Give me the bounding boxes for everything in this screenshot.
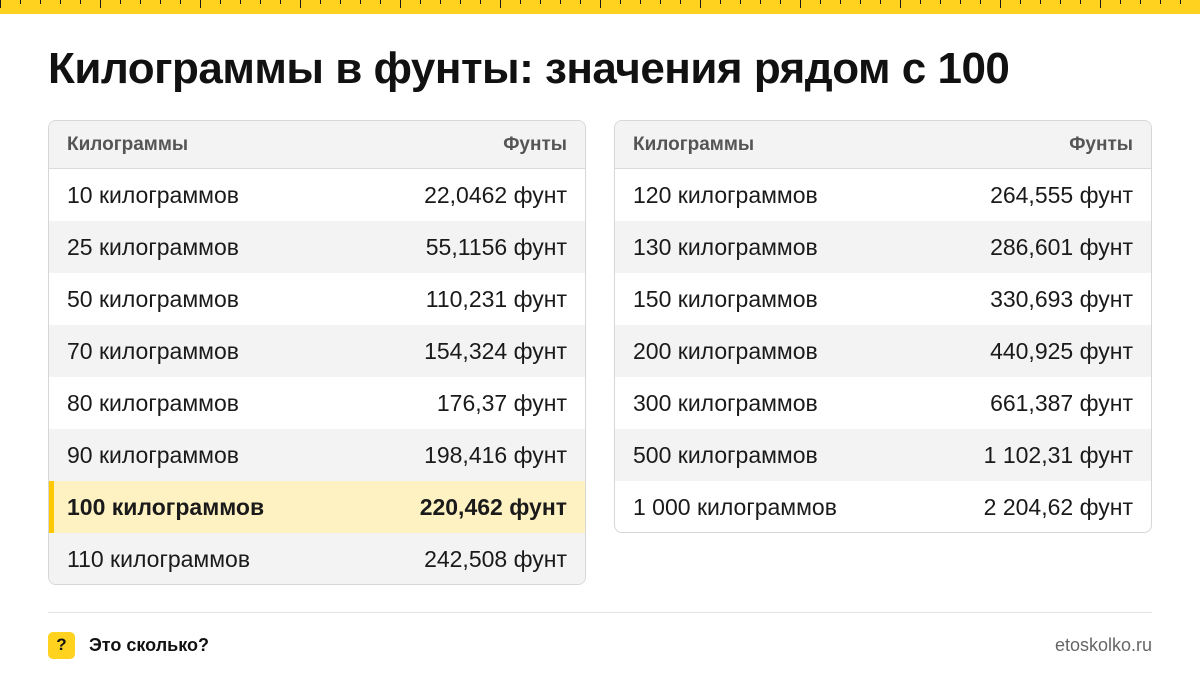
table-row: 120 килограммов 264,555 фунт: [615, 169, 1151, 221]
kilograms-cell: 50 килограммов: [67, 285, 239, 312]
table-row: 80 килограммов 176,37 фунт: [49, 377, 585, 429]
pounds-cell: 55,1156 фунт: [425, 233, 567, 260]
footer-brand[interactable]: ? Это сколько?: [48, 631, 209, 659]
kilograms-cell: 90 килограммов: [67, 441, 239, 468]
pounds-cell: 440,925 фунт: [990, 337, 1133, 364]
column-header-pounds: Фунты: [1069, 133, 1133, 155]
pounds-cell: 198,416 фунт: [424, 441, 567, 468]
table-header: Килограммы Фунты: [615, 121, 1151, 169]
table-row: 70 килограммов 154,324 фунт: [49, 325, 585, 377]
column-header-kilograms: Килограммы: [67, 133, 189, 155]
kilograms-cell: 200 килограммов: [633, 337, 818, 364]
kilograms-cell: 10 килограммов: [67, 181, 239, 208]
question-mark-icon: ?: [48, 631, 75, 659]
table-row: 200 килограммов 440,925 фунт: [615, 325, 1151, 377]
pounds-cell: 154,324 фунт: [424, 337, 567, 364]
table-row: 50 килограммов 110,231 фунт: [49, 273, 585, 325]
kilograms-cell: 150 килограммов: [633, 285, 818, 312]
pounds-cell: 220,462 фунт: [419, 493, 567, 520]
kilograms-cell: 80 килограммов: [67, 389, 239, 416]
table-row: 10 килограммов 22,0462 фунт: [49, 169, 585, 221]
table-row: 150 килограммов 330,693 фунт: [615, 273, 1151, 325]
pounds-cell: 110,231 фунт: [425, 285, 567, 312]
page-title: Килограммы в фунты: значения рядом с 100: [48, 44, 1010, 93]
table-header: Килограммы Фунты: [49, 121, 585, 169]
kilograms-cell: 1 000 килограммов: [633, 493, 837, 520]
table-row: 1 000 килограммов 2 204,62 фунт: [615, 481, 1151, 532]
kilograms-cell: 130 килограммов: [633, 233, 818, 260]
pounds-cell: 286,601 фунт: [990, 233, 1133, 260]
pounds-cell: 264,555 фунт: [990, 181, 1133, 208]
table-body: 10 килограммов 22,0462 фунт 25 килограмм…: [49, 169, 585, 584]
column-header-pounds: Фунты: [503, 133, 567, 155]
ruler-stripe: [0, 0, 1200, 14]
kilograms-cell: 300 килограммов: [633, 389, 818, 416]
pounds-cell: 330,693 фунт: [990, 285, 1133, 312]
kilograms-cell: 120 килограммов: [633, 181, 818, 208]
kilograms-cell: 500 килограммов: [633, 441, 818, 468]
highlighted-table-row: 100 килограммов 220,462 фунт: [49, 481, 585, 533]
kilograms-cell: 110 килограммов: [67, 545, 251, 572]
pounds-cell: 176,37 фунт: [436, 389, 567, 416]
table-row: 90 килограммов 198,416 фунт: [49, 429, 585, 481]
conversion-table-left: Килограммы Фунты 10 килограммов 22,0462 …: [48, 120, 586, 585]
kilograms-cell: 25 килограммов: [67, 233, 239, 260]
footer-divider: [48, 612, 1152, 613]
kilograms-cell: 100 килограммов: [67, 493, 265, 520]
table-row: 300 килограммов 661,387 фунт: [615, 377, 1151, 429]
table-body: 120 килограммов 264,555 фунт 130 килогра…: [615, 169, 1151, 532]
pounds-cell: 2 204,62 фунт: [983, 493, 1133, 520]
table-row: 130 килограммов 286,601 фунт: [615, 221, 1151, 273]
site-link[interactable]: etoskolko.ru: [1055, 635, 1152, 656]
pounds-cell: 661,387 фунт: [990, 389, 1133, 416]
brand-name: Это сколько?: [89, 634, 209, 655]
table-row: 110 килограммов 242,508 фунт: [49, 533, 585, 584]
pounds-cell: 22,0462 фунт: [424, 181, 567, 208]
kilograms-cell: 70 килограммов: [67, 337, 239, 364]
conversion-table-right: Килограммы Фунты 120 килограммов 264,555…: [614, 120, 1152, 533]
table-row: 25 килограммов 55,1156 фунт: [49, 221, 585, 273]
table-row: 500 килограммов 1 102,31 фунт: [615, 429, 1151, 481]
pounds-cell: 1 102,31 фунт: [983, 441, 1133, 468]
pounds-cell: 242,508 фунт: [424, 545, 567, 572]
column-header-kilograms: Килограммы: [633, 133, 755, 155]
